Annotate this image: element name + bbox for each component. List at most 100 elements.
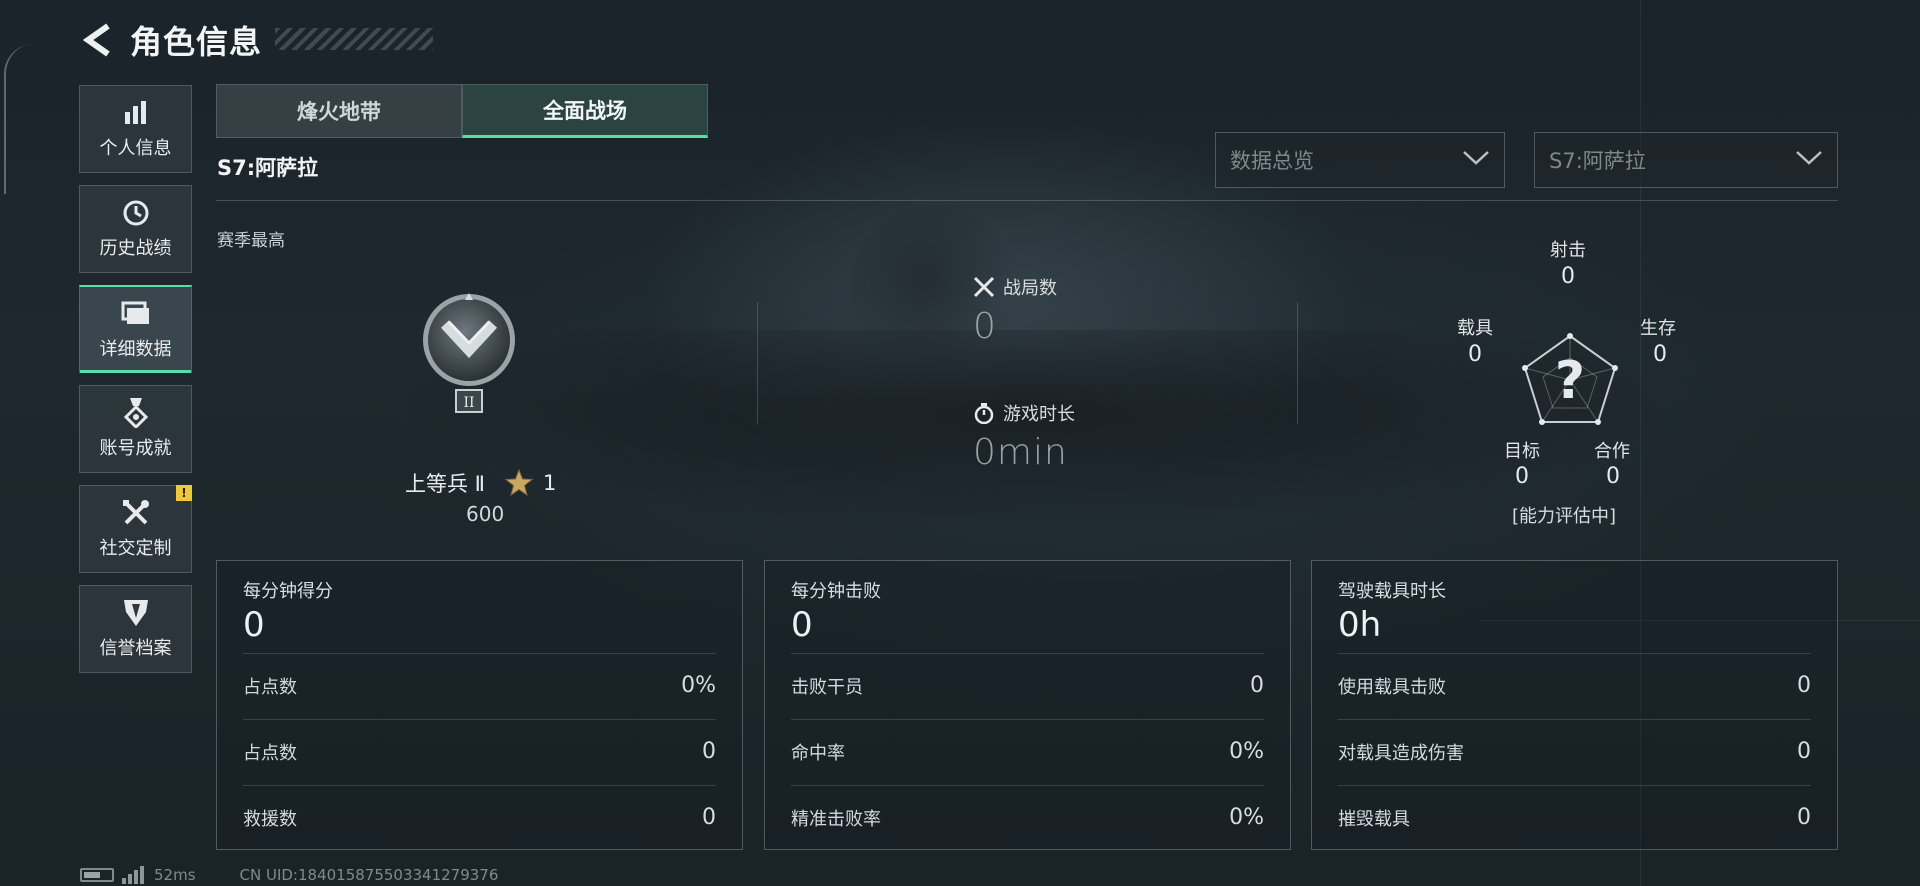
season-best-label: 赛季最高 bbox=[217, 231, 285, 251]
chevron-down-icon bbox=[1795, 150, 1823, 170]
chevron-down-icon bbox=[1462, 150, 1490, 170]
score-card: 每分钟得分 0 占点数 0% 占点数 0 救援数 0 bbox=[216, 560, 743, 850]
playtime-stat: 游戏时长 0min bbox=[973, 400, 1075, 473]
page-title: 角色信息 bbox=[130, 23, 263, 61]
matches-stat: 战局数 0 bbox=[973, 274, 1057, 347]
row-label: 摧毁载具 bbox=[1338, 808, 1410, 830]
matches-value: 0 bbox=[973, 306, 997, 347]
row-value: 0 bbox=[1797, 805, 1811, 830]
rank-points: 600 bbox=[466, 502, 505, 526]
folder-icon bbox=[121, 299, 151, 329]
sidebar-item-label: 个人信息 bbox=[99, 138, 172, 159]
card-row: 救援数 0 bbox=[243, 785, 716, 849]
view-dropdown[interactable]: 数据总览 bbox=[1215, 132, 1505, 188]
stopwatch-icon bbox=[973, 402, 995, 424]
sidebar-item-label: 信誉档案 bbox=[99, 638, 172, 659]
warning-badge: ! bbox=[176, 485, 192, 501]
bar-chart-icon bbox=[121, 98, 151, 128]
card-row: 占点数 0% bbox=[243, 653, 716, 717]
card-row: 占点数 0 bbox=[243, 719, 716, 783]
row-value: 0 bbox=[1797, 673, 1811, 698]
row-value: 0 bbox=[1797, 739, 1811, 764]
view-dropdown-value: 数据总览 bbox=[1230, 149, 1314, 173]
crossed-swords-icon bbox=[973, 276, 995, 298]
vehicle-card: 驾驶载具时长 0h 使用载具击败 0 对载具造成伤害 0 摧毁载具 0 bbox=[1311, 560, 1838, 850]
radar-value-cooperation: 0 bbox=[1606, 464, 1620, 489]
sidebar-item-history[interactable]: 历史战绩 bbox=[79, 185, 192, 273]
row-value: 0 bbox=[1250, 673, 1264, 698]
row-value: 0 bbox=[702, 805, 716, 830]
history-clock-icon bbox=[121, 198, 151, 228]
svg-text:?: ? bbox=[1555, 351, 1585, 411]
sidebar-item-credit-file[interactable]: 信誉档案 bbox=[79, 585, 192, 673]
row-label: 命中率 bbox=[791, 742, 845, 764]
matches-label: 战局数 bbox=[1003, 278, 1057, 299]
card-value: 0h bbox=[1338, 605, 1382, 645]
svg-text:II: II bbox=[463, 395, 474, 411]
sidebar-item-label: 账号成就 bbox=[99, 438, 172, 459]
title-hatch-decor bbox=[275, 28, 433, 50]
rank-stars: 1 bbox=[543, 471, 557, 495]
card-row: 摧毁载具 0 bbox=[1338, 785, 1811, 849]
radar-value-survival: 0 bbox=[1653, 342, 1667, 367]
side-arc-decor bbox=[4, 44, 34, 194]
sidebar-item-label: 详细数据 bbox=[99, 338, 172, 360]
row-value: 0% bbox=[1229, 739, 1264, 764]
playtime-value: 0min bbox=[973, 432, 1068, 473]
radar-value-shooting: 0 bbox=[1561, 264, 1575, 289]
back-arrow-icon[interactable] bbox=[80, 20, 116, 60]
radar-label-objective: 目标 bbox=[1504, 441, 1540, 462]
season-dropdown[interactable]: S7:阿萨拉 bbox=[1534, 132, 1838, 188]
sidebar-item-personal-info[interactable]: 个人信息 bbox=[79, 85, 192, 173]
card-title: 每分钟得分 bbox=[243, 581, 333, 602]
row-label: 击败干员 bbox=[791, 676, 863, 698]
sidebar-item-achievements[interactable]: 账号成就 bbox=[79, 385, 192, 473]
player-uid: CN UID:18401587550334127937​6 bbox=[239, 866, 499, 884]
kills-card: 每分钟击败 0 击败干员 0 命中率 0% 精准击败率 0% bbox=[764, 560, 1291, 850]
radar-label-shooting: 射击 bbox=[1550, 240, 1586, 261]
radar-value-vehicle: 0 bbox=[1468, 342, 1482, 367]
ability-status: [能力评估中] bbox=[1512, 506, 1617, 527]
card-title: 每分钟击败 bbox=[791, 581, 881, 602]
header-divider bbox=[216, 200, 1838, 201]
playtime-label: 游戏时长 bbox=[1003, 404, 1075, 425]
sidebar-item-detailed-data[interactable]: 详细数据 bbox=[79, 285, 192, 373]
radar-label-survival: 生存 bbox=[1640, 318, 1676, 339]
radar-label-cooperation: 合作 bbox=[1594, 441, 1630, 462]
row-label: 使用载具击败 bbox=[1338, 676, 1446, 698]
row-value: 0% bbox=[681, 673, 716, 698]
card-value: 0 bbox=[791, 605, 813, 645]
section-separator bbox=[757, 302, 758, 424]
sidebar-item-social-custom[interactable]: ! 社交定制 bbox=[79, 485, 192, 573]
sidebar-item-label: 历史战绩 bbox=[99, 238, 172, 259]
row-label: 占点数 bbox=[243, 676, 297, 698]
tools-icon bbox=[121, 498, 151, 528]
row-label: 占点数 bbox=[243, 742, 297, 764]
shield-icon bbox=[121, 598, 151, 628]
card-row: 命中率 0% bbox=[791, 719, 1264, 783]
tab-full-battlefield[interactable]: 全面战场 bbox=[462, 84, 708, 138]
rank-badge-icon: II bbox=[420, 284, 518, 418]
row-label: 对载具造成伤害 bbox=[1338, 742, 1464, 764]
medal-icon bbox=[121, 398, 151, 428]
card-row: 使用载具击败 0 bbox=[1338, 653, 1811, 717]
row-label: 救援数 bbox=[243, 808, 297, 830]
sidebar: 个人信息 历史战绩 详细数据 账号成就 ! 社交定制 信誉档案 bbox=[79, 85, 192, 685]
mode-tabs: 烽火地带 全面战场 bbox=[216, 84, 708, 138]
rank-name-row: 上等兵 Ⅱ 1 bbox=[405, 468, 556, 498]
season-title: S7:阿萨拉 bbox=[217, 156, 319, 180]
row-label: 精准击败率 bbox=[791, 808, 881, 830]
ability-radar-chart: ? bbox=[1495, 288, 1645, 443]
status-footer: 52ms CN UID:18401587550334127937​6 bbox=[80, 866, 498, 884]
battery-icon bbox=[80, 868, 114, 882]
row-value: 0 bbox=[702, 739, 716, 764]
page-header: 角色信息 bbox=[80, 18, 262, 62]
card-title: 驾驶载具时长 bbox=[1338, 581, 1446, 602]
card-value: 0 bbox=[243, 605, 265, 645]
star-icon bbox=[505, 469, 534, 497]
sidebar-item-label: 社交定制 bbox=[99, 538, 172, 559]
radar-value-objective: 0 bbox=[1515, 464, 1529, 489]
tab-warfire-zone[interactable]: 烽火地带 bbox=[216, 84, 462, 138]
section-separator bbox=[1297, 302, 1298, 424]
card-row: 精准击败率 0% bbox=[791, 785, 1264, 849]
